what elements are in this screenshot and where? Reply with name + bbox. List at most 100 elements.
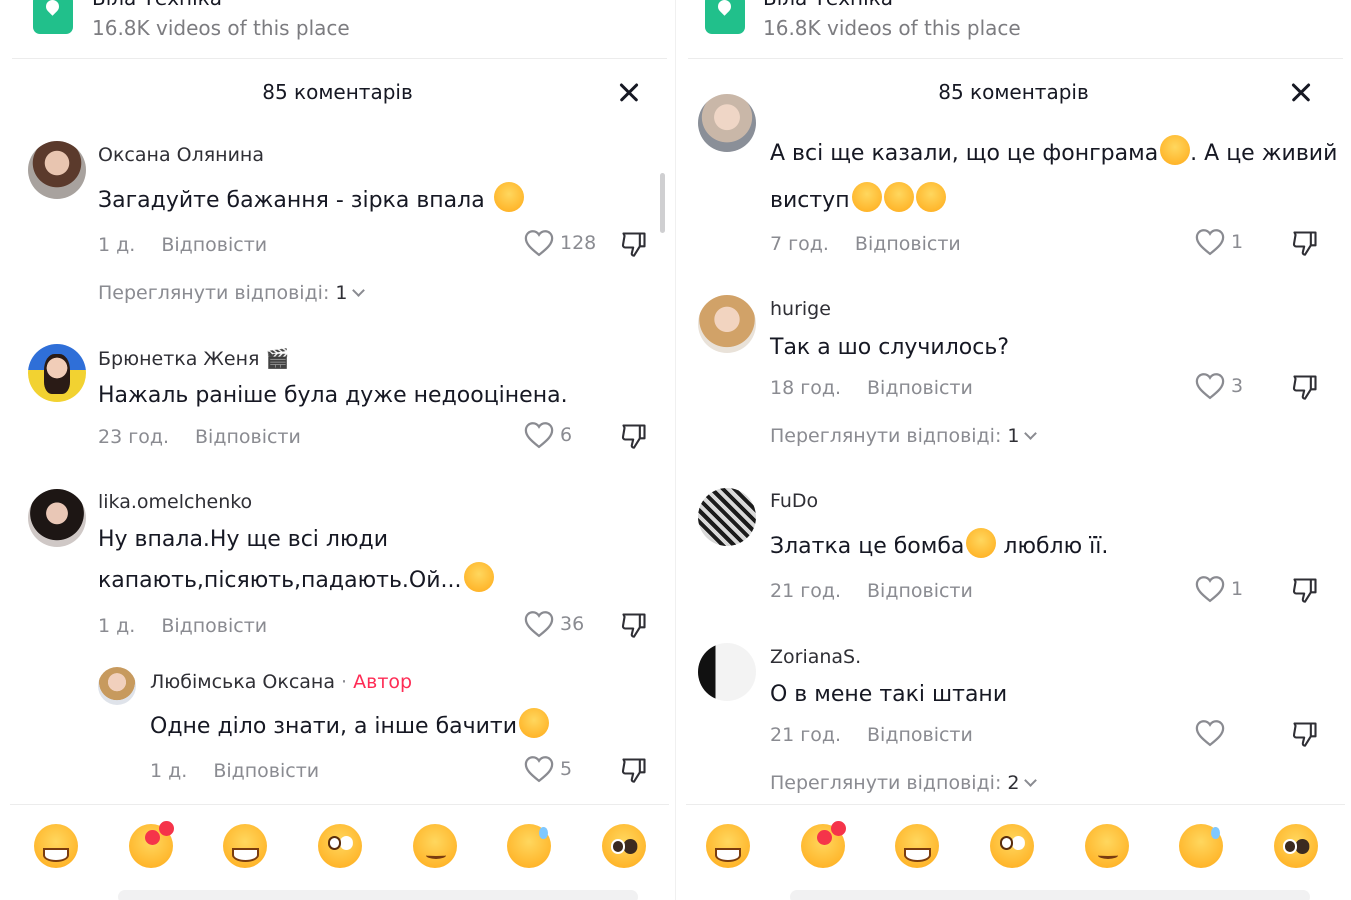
like-count: 1: [1231, 231, 1244, 253]
dislike-icon[interactable]: [620, 230, 648, 258]
comment-input[interactable]: [118, 890, 638, 900]
like-button[interactable]: 5: [524, 755, 572, 783]
avatar[interactable]: [698, 94, 756, 152]
face-with-tears-of-joy-icon[interactable]: [223, 824, 268, 868]
flushed-face-icon[interactable]: [317, 824, 362, 868]
comment-username[interactable]: ZorianaS.: [770, 646, 861, 668]
smiling-face-with-hearts-icon[interactable]: [800, 821, 847, 868]
chevron-down-icon: [1023, 774, 1037, 787]
smiling-face-with-hearts-icon[interactable]: [128, 821, 175, 868]
dislike-icon[interactable]: [1291, 229, 1319, 257]
comment-input[interactable]: [790, 890, 1310, 900]
reply-author-name[interactable]: Любімська Оксана: [150, 671, 335, 693]
quick-emoji-bar: [706, 821, 1318, 870]
dislike-icon[interactable]: [1291, 373, 1319, 401]
dislike-icon[interactable]: [1291, 576, 1319, 604]
reply-button[interactable]: Відповісти: [213, 760, 319, 782]
comment-meta: 1 д. Відповісти: [150, 760, 319, 782]
dislike-icon[interactable]: [620, 611, 648, 639]
comment-username[interactable]: lika.omelchenko: [98, 491, 252, 513]
location-videos-count[interactable]: 16.8K videos of this place: [92, 16, 350, 40]
chevron-down-icon: [351, 284, 365, 297]
comment-text-line: Одне діло знати, а інше бачити: [150, 714, 518, 739]
grinning-face-icon[interactable]: [34, 824, 78, 868]
view-replies-count: 1: [335, 282, 348, 304]
view-replies-button[interactable]: Переглянути відповіді: 1: [770, 425, 1037, 447]
location-name[interactable]: Біла Техніка: [763, 0, 893, 10]
comment-meta: 21 год. Відповісти: [770, 580, 973, 602]
comment-text: Нажаль раніше була дуже недооцінена.: [98, 383, 568, 408]
like-button[interactable]: 128: [524, 229, 596, 257]
flushed-face-icon[interactable]: [989, 824, 1034, 868]
location-pin-icon[interactable]: [705, 0, 745, 34]
like-button[interactable]: [1195, 719, 1231, 747]
comment-text: Так а шо случилось?: [770, 335, 1009, 360]
comment-username[interactable]: hurige: [770, 298, 831, 320]
reply-button[interactable]: Відповісти: [161, 615, 267, 637]
reply-username: Любімська Оксана · Автор: [150, 671, 412, 693]
dislike-icon[interactable]: [620, 422, 648, 450]
reply-button[interactable]: Відповісти: [161, 234, 267, 256]
close-icon[interactable]: [612, 76, 646, 110]
avatar[interactable]: [28, 344, 86, 402]
like-button[interactable]: 3: [1195, 372, 1243, 400]
heart-icon: [524, 422, 554, 449]
smirking-face-icon[interactable]: [1084, 824, 1129, 868]
like-count: 36: [560, 613, 585, 635]
pleading-face-icon[interactable]: [601, 824, 646, 868]
avatar[interactable]: [698, 295, 756, 353]
avatar[interactable]: [698, 488, 756, 546]
comment-text-line: капають,пісяють,падають.Ой...: [98, 568, 462, 593]
comment-meta: 1 д. Відповісти: [98, 234, 267, 256]
comment-time: 7 год.: [770, 233, 829, 255]
pleading-face-icon[interactable]: [1273, 824, 1318, 868]
view-replies-count: 1: [1007, 425, 1020, 447]
close-icon[interactable]: [1284, 76, 1318, 110]
grinning-face-with-sweat-icon[interactable]: [1179, 824, 1224, 868]
comment-meta: 7 год. Відповісти: [770, 233, 961, 255]
dislike-icon[interactable]: [620, 756, 648, 784]
reply-button[interactable]: Відповісти: [195, 426, 301, 448]
reply-button[interactable]: Відповісти: [867, 377, 973, 399]
smirking-face-icon[interactable]: [412, 824, 457, 868]
heart-icon: [1195, 576, 1225, 603]
comment-text-line: А всі ще казали, що це фонграма: [770, 141, 1159, 166]
dislike-icon[interactable]: [1291, 720, 1319, 748]
separator: ·: [335, 671, 354, 693]
grinning-face-icon[interactable]: [706, 824, 750, 868]
avatar[interactable]: [698, 643, 756, 701]
grinning-face-with-sweat-icon[interactable]: [507, 824, 552, 868]
comment-text-line: виступ: [770, 188, 850, 213]
location-name[interactable]: Біла Техніка: [92, 0, 222, 10]
location-pin-icon[interactable]: [33, 0, 73, 34]
comment-username[interactable]: Брюнетка Женя 🎬: [98, 347, 289, 370]
comment-time: 1 д.: [150, 760, 188, 782]
like-button[interactable]: 1: [1195, 228, 1243, 256]
like-count: 5: [560, 758, 573, 780]
reply-button[interactable]: Відповісти: [867, 580, 973, 602]
like-button[interactable]: 6: [524, 421, 572, 449]
comment-text: Загадуйте бажання - зірка впала: [98, 181, 524, 221]
like-button[interactable]: 36: [524, 610, 584, 638]
avatar[interactable]: [28, 489, 86, 547]
comment-meta: 23 год. Відповісти: [98, 426, 301, 448]
smiling-face-with-hearts-icon: [966, 528, 997, 558]
comment-meta: 1 д. Відповісти: [98, 615, 267, 637]
face-with-tears-of-joy-icon[interactable]: [895, 824, 940, 868]
comment-username[interactable]: FuDo: [770, 490, 818, 512]
divider: [10, 804, 669, 805]
comments-count-title: 85 коментарів: [938, 80, 1089, 104]
view-replies-button[interactable]: Переглянути відповіді: 2: [770, 772, 1037, 794]
location-videos-count[interactable]: 16.8K videos of this place: [763, 16, 1021, 40]
comment-time: 23 год.: [98, 426, 169, 448]
comments-panel-left: Біла Техніка 16.8K videos of this place …: [0, 0, 675, 900]
scrollbar[interactable]: [660, 173, 665, 233]
heart-icon: [1195, 229, 1225, 256]
reply-button[interactable]: Відповісти: [867, 724, 973, 746]
avatar[interactable]: [98, 667, 136, 705]
comment-username[interactable]: Оксана Олянина: [98, 144, 264, 166]
avatar[interactable]: [28, 141, 86, 199]
like-button[interactable]: 1: [1195, 575, 1243, 603]
reply-button[interactable]: Відповісти: [855, 233, 961, 255]
view-replies-button[interactable]: Переглянути відповіді: 1: [98, 282, 365, 304]
